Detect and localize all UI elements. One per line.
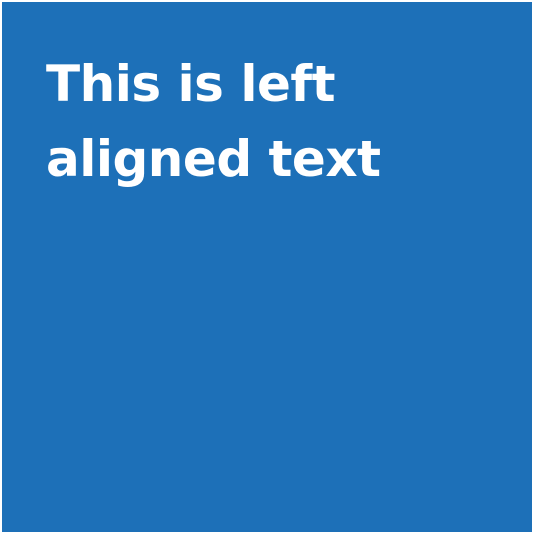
blue-text-tile: This is left aligned text <box>2 2 532 532</box>
left-aligned-heading: This is left aligned text <box>46 55 381 188</box>
